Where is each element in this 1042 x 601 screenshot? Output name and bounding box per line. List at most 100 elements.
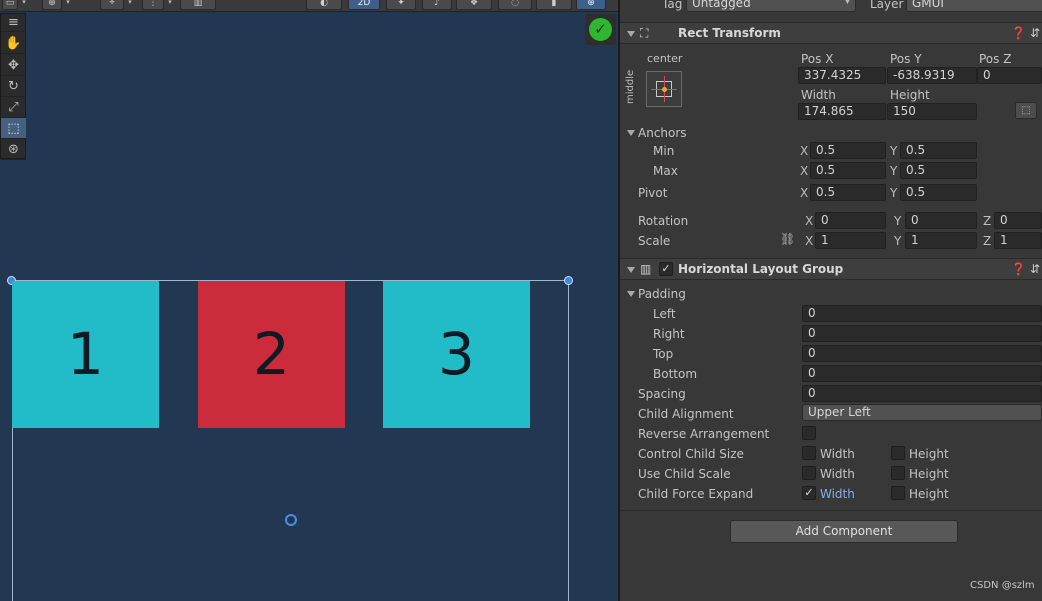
layout-cell-2[interactable]: 2	[198, 281, 345, 428]
camera-button[interactable]: ▮	[536, 0, 572, 10]
gizmo-caret-icon[interactable]: ▾	[64, 0, 72, 6]
force-expand-width-checkbox[interactable]: ✓	[802, 486, 816, 500]
grid-snap-button[interactable]: ⋮	[142, 0, 164, 10]
pivot-caret-icon[interactable]: ▾	[126, 0, 134, 6]
scene-status-badge[interactable]: ✓	[585, 14, 616, 45]
tag-dropdown[interactable]: Untagged	[686, 0, 856, 12]
tag-dropdown-caret-icon: ▼	[844, 0, 851, 6]
anchor-max-y-axis: Y	[890, 164, 898, 178]
rotation-y-field[interactable]: 0	[905, 212, 977, 229]
mode-2d-button[interactable]: 2D	[348, 0, 380, 10]
hand-tool-icon[interactable]: ✋	[1, 33, 26, 54]
draw-mode-button[interactable]: ▭	[2, 0, 18, 10]
layer-dropdown[interactable]: GMUI	[906, 0, 1042, 12]
use-child-scale-label: Use Child Scale	[638, 467, 731, 481]
anchor-min-x-field[interactable]: 0.5	[810, 142, 886, 159]
help-icon[interactable]: ❓	[1011, 25, 1026, 41]
rotate-tool-icon[interactable]: ↻	[1, 76, 26, 97]
reverse-arrangement-checkbox[interactable]	[802, 426, 816, 440]
padding-foldout-icon[interactable]	[627, 291, 635, 297]
spacing-field[interactable]: 0	[802, 385, 1042, 402]
audio-toggle-button[interactable]: ♪	[422, 0, 452, 10]
anchor-min-y-axis: Y	[890, 144, 898, 158]
anchors-foldout-icon[interactable]	[627, 130, 635, 136]
control-child-size-label: Control Child Size	[638, 447, 744, 461]
rect-transform-header[interactable]: ⛶ Rect Transform ❓ ⇵	[620, 22, 1042, 44]
pos-y-field[interactable]: -638.9319	[887, 67, 977, 84]
lighting-toggle-button[interactable]: ✦	[386, 0, 416, 10]
rect-tool-icon[interactable]: ⬚	[1, 118, 26, 139]
child-alignment-label: Child Alignment	[638, 407, 734, 421]
control-size-width-label: Width	[820, 447, 855, 461]
blueprint-mode-button[interactable]: ⬚	[1015, 102, 1037, 119]
pos-x-field[interactable]: 337.4325	[798, 67, 886, 84]
scale-x-axis: X	[805, 234, 814, 248]
rotation-x-axis: X	[805, 214, 814, 228]
rotation-x-field[interactable]: 0	[815, 212, 886, 229]
shading-mode-button[interactable]: ◐	[306, 0, 342, 10]
force-expand-height-checkbox[interactable]	[891, 486, 905, 500]
effects-toggle-button[interactable]: ❖	[456, 0, 492, 10]
grid-caret-icon[interactable]: ▾	[166, 0, 174, 6]
use-scale-height-checkbox[interactable]	[891, 466, 905, 480]
rect-transform-foldout-icon[interactable]	[627, 31, 635, 37]
anchors-label: Anchors	[638, 126, 687, 140]
reverse-arrangement-label: Reverse Arrangement	[638, 427, 770, 441]
layout-group-foldout-icon[interactable]	[627, 267, 635, 273]
padding-right-field[interactable]: 0	[802, 325, 1042, 342]
use-scale-width-checkbox[interactable]	[802, 466, 816, 480]
pos-z-field[interactable]: 0	[977, 67, 1042, 84]
anchor-preset-button[interactable]	[646, 71, 682, 107]
watermark-text: CSDN @szlm	[970, 580, 1035, 591]
scale-z-field[interactable]: 1	[994, 232, 1042, 249]
padding-bottom-field[interactable]: 0	[802, 365, 1042, 382]
layout-group-enabled-checkbox[interactable]: ✓	[659, 262, 673, 276]
anchor-min-y-field[interactable]: 0.5	[900, 142, 977, 159]
draw-mode-caret-icon[interactable]: ▾	[20, 0, 28, 6]
height-field[interactable]: 150	[887, 103, 977, 120]
padding-left-field[interactable]: 0	[802, 305, 1042, 322]
gizmos-button[interactable]: ⊕	[576, 0, 606, 10]
pivot-x-field[interactable]: 0.5	[810, 184, 886, 201]
layout-group-header[interactable]: ▥ ✓ Horizontal Layout Group ❓ ⇵	[620, 258, 1042, 280]
anchor-max-x-field[interactable]: 0.5	[810, 162, 886, 179]
check-icon: ✓	[589, 18, 612, 41]
increment-snap-button[interactable]: ▥	[180, 0, 216, 10]
rect-handle-top-right[interactable]	[564, 276, 573, 285]
rotation-z-field[interactable]: 0	[994, 212, 1042, 229]
control-size-height-checkbox[interactable]	[891, 446, 905, 460]
child-alignment-dropdown[interactable]: Upper Left	[802, 404, 1042, 421]
scale-tool-icon[interactable]: ⤢	[1, 97, 26, 118]
scene-view[interactable]: ▭ ▾ ⊕ ▾ ⌖ ▾ ⋮ ▾ ▥ ◐ 2D ✦ ♪ ❖ ◌ ▮ ⊕ ≡ ✋ ✥…	[0, 0, 618, 601]
transform-tool-icon[interactable]: ⊛	[1, 139, 26, 160]
gizmo-globe-button[interactable]: ⊕	[42, 0, 62, 10]
width-field[interactable]: 174.865	[798, 103, 886, 120]
move-tool-icon[interactable]: ✥	[1, 55, 26, 76]
pivot-y-field[interactable]: 0.5	[900, 184, 977, 201]
pivot-handle-icon[interactable]	[285, 514, 297, 526]
scale-label: Scale	[638, 234, 671, 248]
use-scale-height-label: Height	[909, 467, 949, 481]
scale-y-field[interactable]: 1	[905, 232, 977, 249]
scale-x-field[interactable]: 1	[815, 232, 886, 249]
anchor-max-y-field[interactable]: 0.5	[900, 162, 977, 179]
padding-top-field[interactable]: 0	[802, 345, 1042, 362]
force-expand-height-label: Height	[909, 487, 949, 501]
layout-help-icon[interactable]: ❓	[1011, 261, 1026, 277]
pivot-toggle-button[interactable]: ⌖	[100, 0, 124, 10]
tools-overlay: ≡ ✋ ✥ ↻ ⤢ ⬚ ⊛	[0, 13, 26, 160]
overlay-menu-icon[interactable]: ≡	[1, 14, 26, 32]
control-size-width-checkbox[interactable]	[802, 446, 816, 460]
add-component-button[interactable]: Add Component	[730, 520, 958, 543]
scale-link-icon[interactable]: ⛓	[780, 232, 795, 246]
layout-cell-3[interactable]: 3	[383, 281, 530, 428]
child-force-expand-label: Child Force Expand	[638, 487, 754, 501]
layout-cell-1[interactable]: 1	[12, 281, 159, 428]
anchor-max-x-axis: X	[800, 164, 809, 178]
hidden-objects-button[interactable]: ◌	[498, 0, 532, 10]
layout-settings-icon[interactable]: ⇵	[1030, 261, 1040, 277]
rotation-label: Rotation	[638, 214, 689, 228]
padding-bottom-label: Bottom	[653, 367, 698, 381]
force-expand-width-label: Width	[820, 487, 855, 501]
component-settings-icon[interactable]: ⇵	[1030, 25, 1040, 41]
